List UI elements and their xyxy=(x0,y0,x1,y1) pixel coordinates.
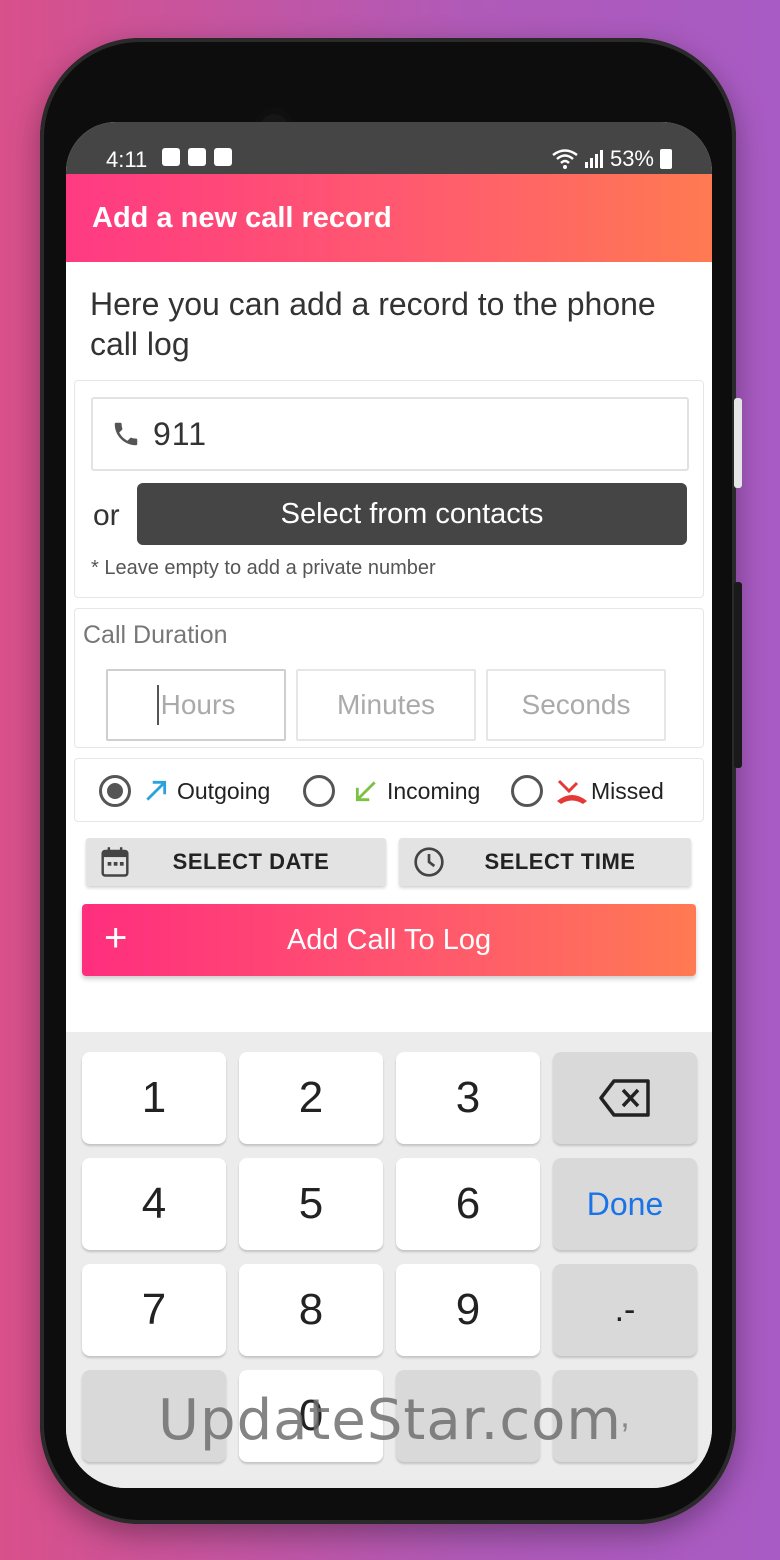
calendar-icon xyxy=(101,847,129,877)
plus-icon: + xyxy=(104,916,128,960)
key-4[interactable]: 4 xyxy=(82,1158,226,1250)
select-date-button[interactable]: SELECT DATE xyxy=(86,838,386,886)
or-label: or xyxy=(93,499,120,532)
text-cursor xyxy=(156,685,159,725)
backspace-key[interactable] xyxy=(553,1052,697,1144)
outgoing-arrow-icon xyxy=(146,780,167,801)
outgoing-option[interactable]: Outgoing xyxy=(99,775,270,807)
watermark: UpdateStar.com xyxy=(158,1388,622,1453)
page-title: Add a new call record xyxy=(92,201,392,234)
notification-icon xyxy=(162,148,180,166)
missed-option[interactable]: Missed xyxy=(511,775,664,807)
backspace-icon xyxy=(599,1079,650,1117)
incoming-label: Incoming xyxy=(387,777,481,804)
key-6[interactable]: 6 xyxy=(396,1158,540,1250)
power-button xyxy=(734,582,742,768)
hours-placeholder: Hours xyxy=(160,689,236,720)
battery-icon xyxy=(660,149,672,169)
clock-icon xyxy=(414,847,444,877)
intro-text: Here you can add a record to the phone c… xyxy=(90,286,656,362)
app-bar: Add a new call record xyxy=(66,174,712,262)
seconds-placeholder: Seconds xyxy=(521,689,631,720)
gallery-icon xyxy=(188,148,206,166)
done-key[interactable]: Done xyxy=(553,1158,697,1250)
select-contacts-button[interactable]: Select from contacts xyxy=(137,483,687,545)
battery-level: 53% xyxy=(609,146,654,171)
outgoing-radio[interactable] xyxy=(99,775,131,807)
minutes-placeholder: Minutes xyxy=(336,689,436,720)
missed-radio[interactable] xyxy=(511,775,543,807)
call-type-card: Outgoing Incoming Missed xyxy=(74,758,704,822)
volume-button xyxy=(734,398,742,488)
phone-number-input[interactable]: 911 xyxy=(91,397,689,471)
outgoing-label: Outgoing xyxy=(177,777,271,804)
select-date-label: SELECT DATE xyxy=(172,849,330,874)
incoming-radio[interactable] xyxy=(303,775,335,807)
key-1[interactable]: 1 xyxy=(82,1052,226,1144)
number-card: 911 or Select from contacts * Leave empt… xyxy=(74,380,704,598)
duration-label: Call Duration xyxy=(83,621,228,649)
private-number-hint: * Leave empty to add a private number xyxy=(91,557,436,579)
seconds-input[interactable]: Seconds xyxy=(486,669,666,741)
signal-icon xyxy=(584,150,603,168)
missed-label: Missed xyxy=(591,777,664,804)
key-9[interactable]: 9 xyxy=(396,1264,540,1356)
phone-icon xyxy=(114,422,138,446)
duration-card: Call Duration Hours Minutes Seconds xyxy=(74,608,704,748)
incoming-arrow-icon xyxy=(355,781,376,802)
status-bar: 4:11 53% xyxy=(66,122,712,174)
add-call-button[interactable]: + Add Call To Log xyxy=(82,904,696,976)
android-icon xyxy=(214,148,232,166)
key-5[interactable]: 5 xyxy=(239,1158,383,1250)
missed-call-icon xyxy=(557,779,587,804)
key-3[interactable]: 3 xyxy=(396,1052,540,1144)
key-8[interactable]: 8 xyxy=(239,1264,383,1356)
punctuation-key[interactable]: .- xyxy=(553,1264,697,1356)
minutes-input[interactable]: Minutes xyxy=(296,669,476,741)
select-time-button[interactable]: SELECT TIME xyxy=(399,838,691,886)
key-2[interactable]: 2 xyxy=(239,1052,383,1144)
add-call-label: Add Call To Log xyxy=(286,923,492,956)
status-time: 4:11 xyxy=(106,147,148,172)
key-7[interactable]: 7 xyxy=(82,1264,226,1356)
incoming-option[interactable]: Incoming xyxy=(303,775,480,807)
phone-number-value: 911 xyxy=(153,415,208,452)
wifi-icon xyxy=(552,149,578,169)
app-screen: 4:11 53% Add a new call record Here you … xyxy=(66,122,712,1488)
hours-input[interactable]: Hours xyxy=(106,669,286,741)
